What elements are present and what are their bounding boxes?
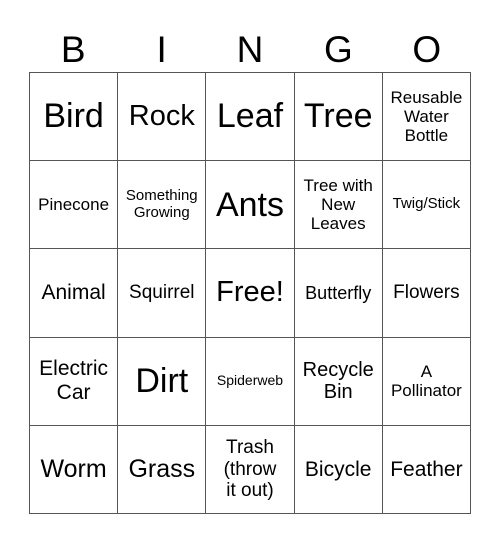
bingo-cell[interactable]: Bicycle [294,425,383,514]
cell-label: Pinecone [38,195,110,215]
cell-label: Flowers [393,282,460,304]
cell-label: A Pollinator [390,361,462,401]
cell-label: Recycle Bin [302,358,374,404]
cell-label: Tree [303,97,373,136]
bingo-cell[interactable]: Recycle Bin [294,337,383,426]
header-letter-o: O [412,28,442,70]
bingo-cell[interactable]: Dirt [118,337,207,426]
bingo-cell[interactable]: Tree with New Leaves [294,161,383,250]
cell-label: Reusable Water Bottle [390,87,463,146]
cell-label: Twig/Stick [392,195,461,213]
bingo-cell[interactable]: Flowers [382,249,471,338]
cell-label: Grass [128,454,196,483]
bingo-cell[interactable]: Ants [206,161,295,250]
header-letter-g: G [324,28,353,70]
header-letter-b: B [60,28,86,70]
bingo-cell[interactable]: Worm [30,425,119,514]
bingo-cell[interactable]: Animal [30,249,119,338]
header-letter-i: I [156,28,167,70]
cell-label: Something Growing [125,186,198,221]
bingo-cell[interactable]: Pinecone [30,161,119,250]
cell-label: Bicycle [304,457,372,481]
cell-label: Trash (throw it out) [223,437,277,502]
cell-label: Butterfly [305,282,372,303]
bingo-cell[interactable]: Rock [118,73,207,162]
cell-label: Electric Car [39,357,109,405]
cell-label: Leaf [216,97,284,136]
cell-label: Ants [215,185,285,224]
bingo-cell[interactable]: Something Growing [118,161,207,250]
bingo-cell[interactable]: Tree [294,73,383,162]
bingo-cell[interactable]: Reusable Water Bottle [382,73,471,162]
cell-label: Worm [40,454,107,483]
cell-label: Feather [390,457,463,481]
bingo-cell[interactable]: Butterfly [294,249,383,338]
bingo-cell[interactable]: A Pollinator [382,337,471,426]
bingo-cell[interactable]: Spiderweb [206,337,295,426]
bingo-cell[interactable]: Trash (throw it out) [206,425,295,514]
bingo-cell[interactable]: Electric Car [30,337,119,426]
bingo-cell[interactable]: Leaf [206,73,295,162]
bingo-cell[interactable]: Bird [30,73,119,162]
free-space-label: Free! [216,276,284,309]
bingo-cell[interactable]: Twig/Stick [382,161,471,250]
header-letter-n: N [236,28,264,70]
bingo-header: B I N G O [29,26,471,72]
bingo-grid: Bird Rock Leaf Tree Reusable Water Bottl… [29,72,471,514]
cell-label: Squirrel [129,282,195,304]
cell-label: Dirt [135,361,189,400]
cell-label: Rock [128,99,195,132]
free-space-cell[interactable]: Free! [206,249,295,338]
bingo-cell[interactable]: Feather [382,425,471,514]
cell-label: Tree with New Leaves [303,175,373,234]
cell-label: Bird [43,97,104,136]
cell-label: Spiderweb [216,372,284,389]
bingo-cell[interactable]: Grass [118,425,207,514]
bingo-cell[interactable]: Squirrel [118,249,207,338]
cell-label: Animal [41,281,106,305]
